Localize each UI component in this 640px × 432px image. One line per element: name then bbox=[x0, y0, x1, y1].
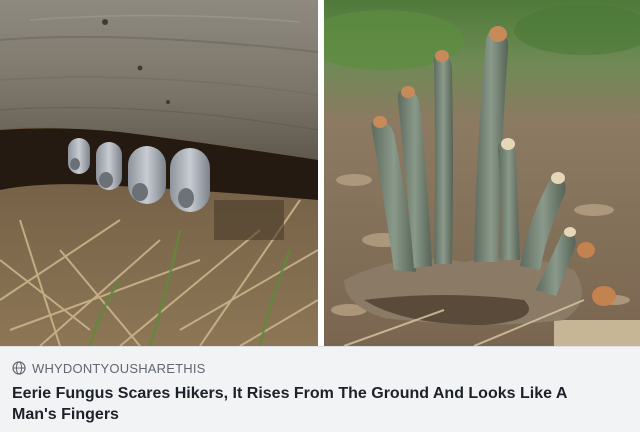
globe-icon bbox=[12, 361, 26, 375]
source-row: WHYDONTYOUSHARETHIS bbox=[12, 359, 628, 377]
source-domain: WHYDONTYOUSHARETHIS bbox=[32, 360, 206, 376]
image-pair[interactable] bbox=[0, 0, 640, 346]
link-caption[interactable]: WHYDONTYOUSHARETHIS Eerie Fungus Scares … bbox=[0, 346, 640, 432]
fungus-under-log-photo[interactable] bbox=[0, 0, 318, 346]
article-headline[interactable]: Eerie Fungus Scares Hikers, It Rises Fro… bbox=[12, 383, 612, 425]
fungus-fingers-in-soil-photo[interactable] bbox=[324, 0, 640, 346]
link-preview-card[interactable]: WHYDONTYOUSHARETHIS Eerie Fungus Scares … bbox=[0, 0, 640, 432]
